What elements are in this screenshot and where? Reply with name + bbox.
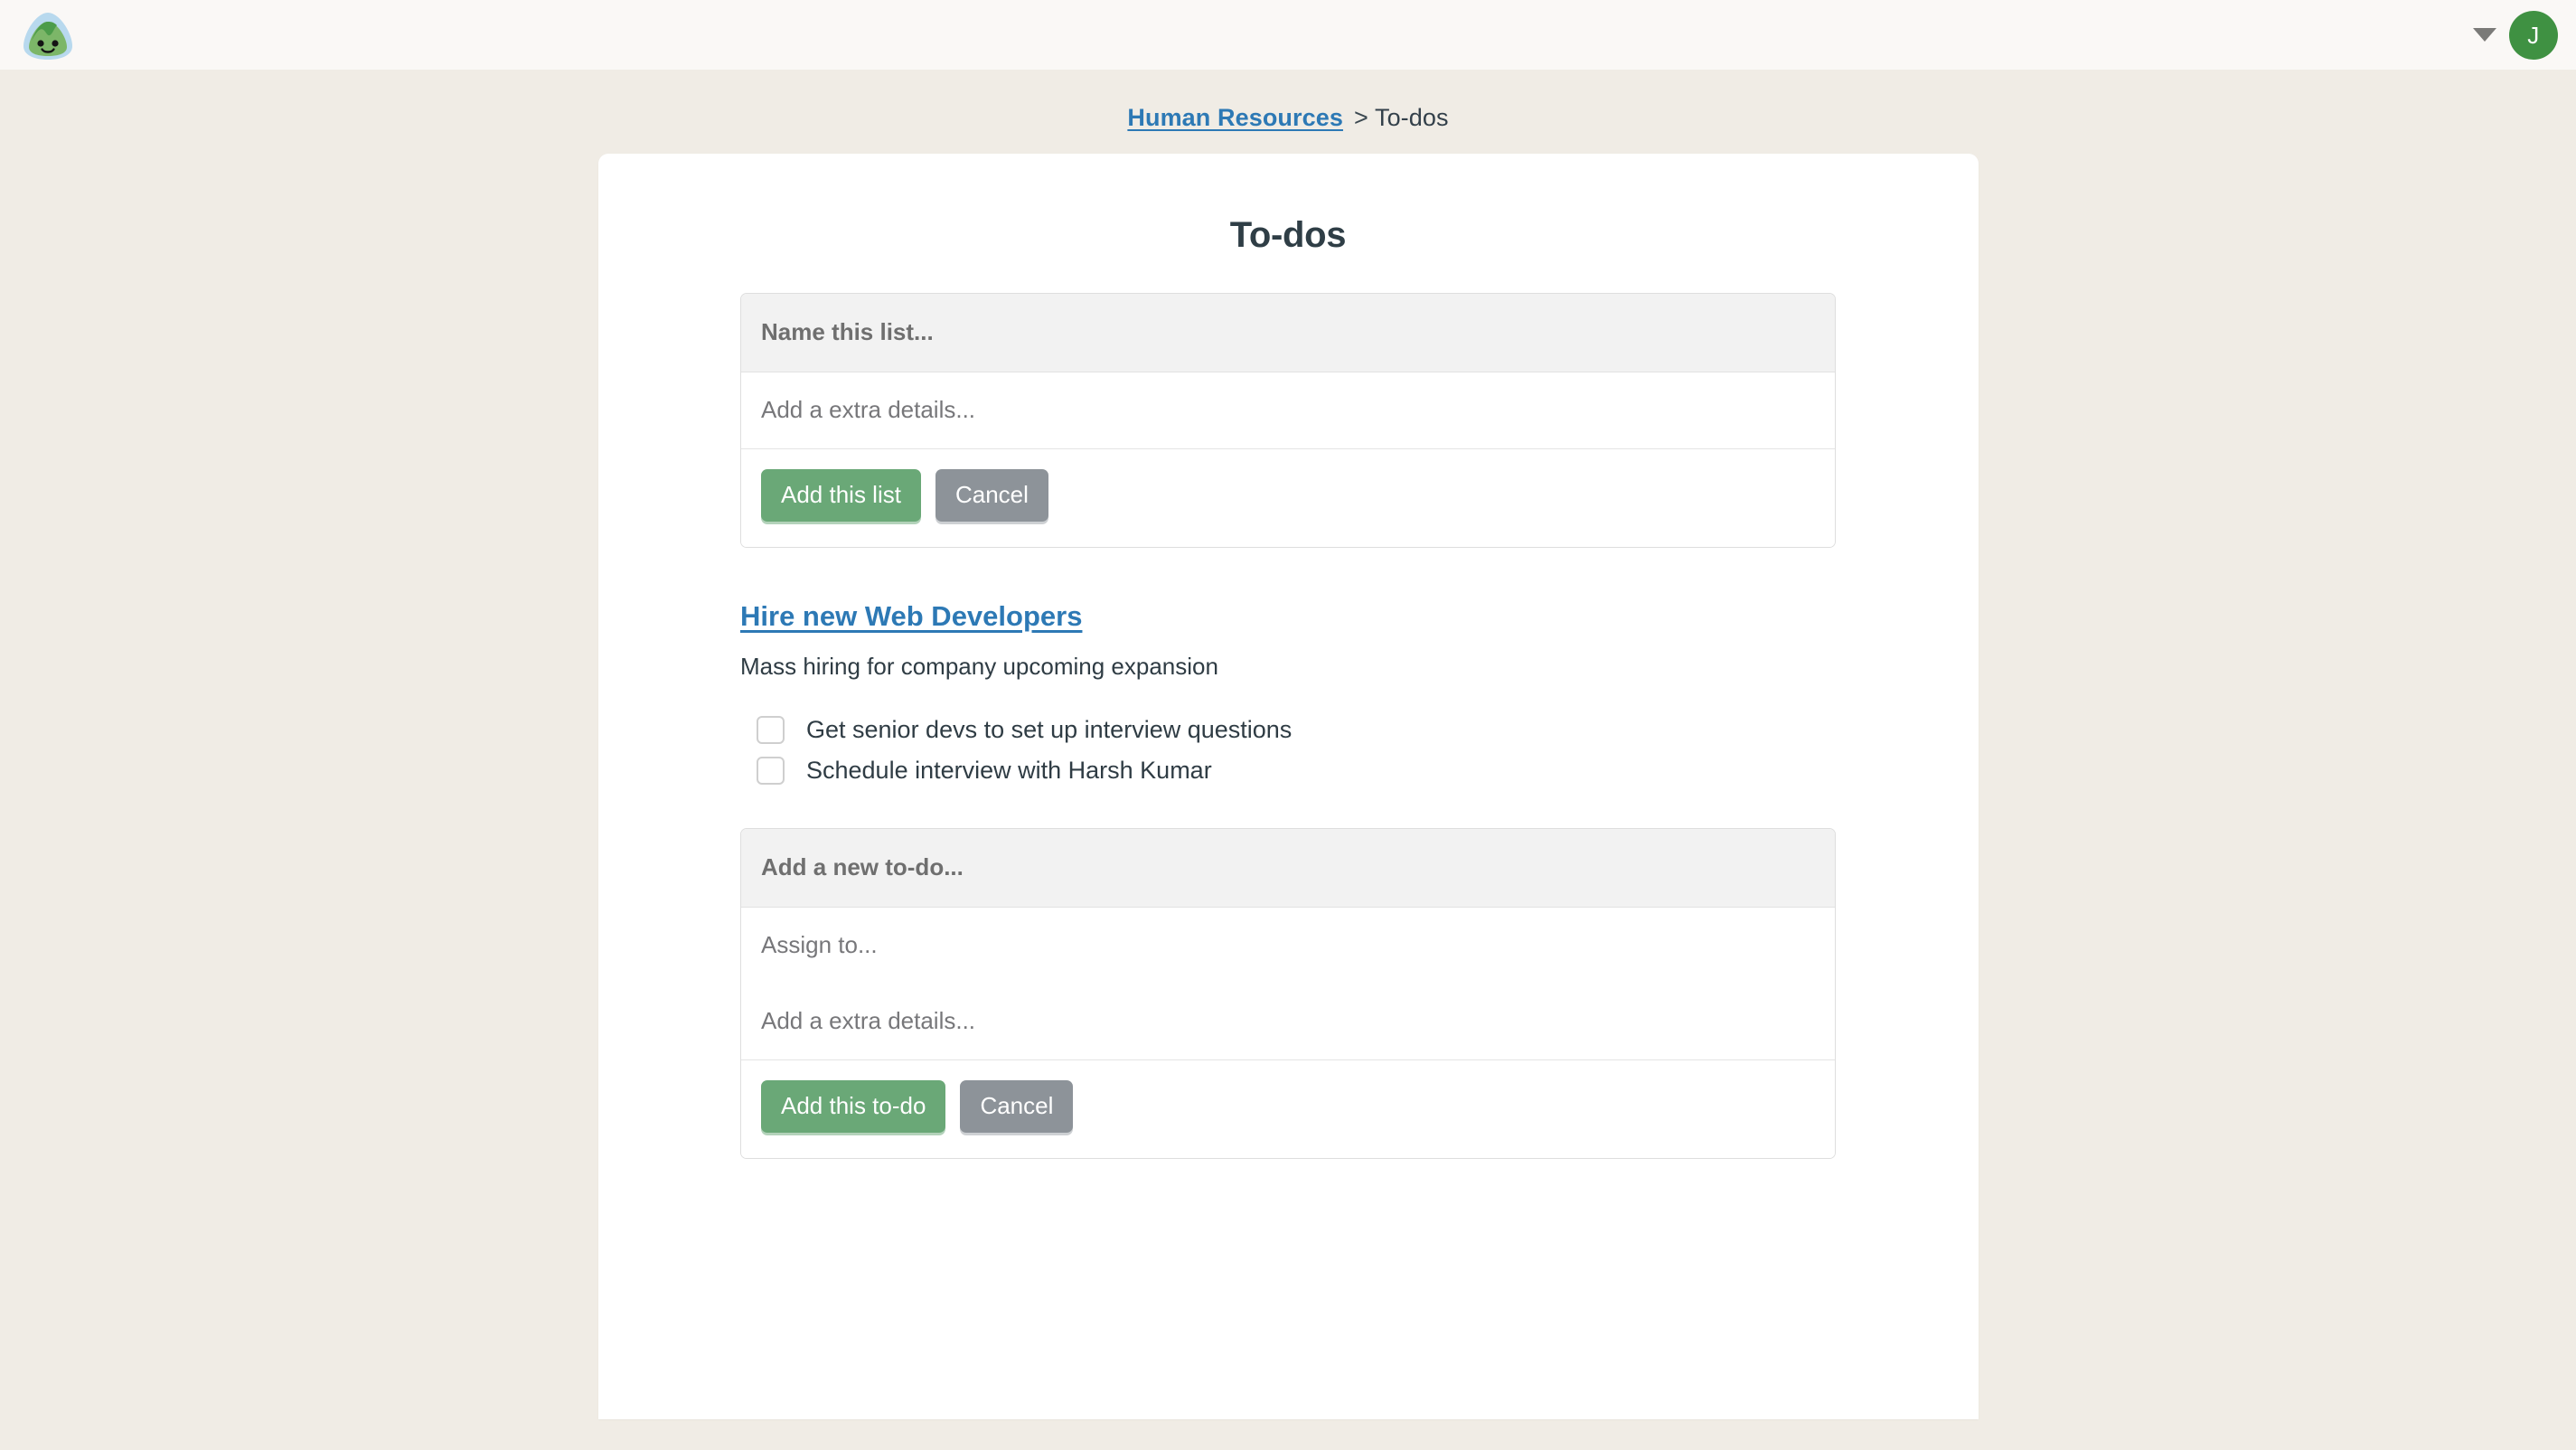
add-this-todo-button[interactable]: Add this to-do: [761, 1080, 946, 1134]
todo-items: Get senior devs to set up interview ques…: [740, 710, 1836, 791]
todo-checkbox[interactable]: [757, 757, 785, 786]
breadcrumb-link-human-resources[interactable]: Human Resources: [1127, 104, 1343, 131]
avatar[interactable]: J: [2509, 10, 2558, 60]
card-inner: Name this list... Add a extra details...…: [740, 293, 1836, 1160]
new-todo-assign-placeholder: Assign to...: [761, 931, 878, 959]
new-todo-form: Add a new to-do... Assign to... Add a ex…: [740, 828, 1836, 1160]
new-todo-assign-field[interactable]: Assign to...: [741, 908, 1835, 984]
new-todo-details-field[interactable]: Add a extra details...: [741, 984, 1835, 1060]
todo-list-section: Hire new Web Developers Mass hiring for …: [740, 600, 1836, 791]
basecamp-hill-logo-icon: [20, 8, 76, 64]
page-title: To-dos: [1229, 215, 1347, 255]
new-list-details-field[interactable]: Add a extra details...: [741, 372, 1835, 448]
new-list-name-field[interactable]: Name this list...: [741, 294, 1835, 372]
app-logo[interactable]: [16, 5, 80, 68]
todo-label[interactable]: Get senior devs to set up interview ques…: [806, 716, 1292, 744]
todo-label[interactable]: Schedule interview with Harsh Kumar: [806, 757, 1212, 785]
breadcrumb-separator: >: [1353, 104, 1368, 131]
new-list-actions: Add this list Cancel: [741, 448, 1835, 548]
list-item: Schedule interview with Harsh Kumar: [757, 750, 1836, 791]
new-todo-name-field[interactable]: Add a new to-do...: [741, 829, 1835, 909]
todo-checkbox[interactable]: [757, 716, 785, 745]
list-item: Get senior devs to set up interview ques…: [757, 710, 1836, 750]
new-list-form: Name this list... Add a extra details...…: [740, 293, 1836, 549]
cancel-list-button[interactable]: Cancel: [935, 469, 1048, 523]
account-menu[interactable]: J: [2473, 0, 2558, 70]
chevron-down-icon[interactable]: [2473, 28, 2496, 42]
cancel-todo-button[interactable]: Cancel: [960, 1080, 1074, 1134]
content-card: To-dos Name this list... Add a extra det…: [597, 154, 1979, 1419]
new-list-details-placeholder: Add a extra details...: [761, 396, 976, 423]
add-this-list-button[interactable]: Add this list: [761, 469, 921, 523]
todo-list-description: Mass hiring for company upcoming expansi…: [740, 653, 1218, 681]
breadcrumb: Human Resources > To-dos: [0, 70, 2576, 132]
top-bar: J: [0, 0, 2576, 70]
new-todo-details-placeholder: Add a extra details...: [761, 1007, 976, 1035]
new-todo-name-placeholder: Add a new to-do...: [761, 853, 964, 881]
new-todo-actions: Add this to-do Cancel: [741, 1059, 1835, 1159]
new-list-name-placeholder: Name this list...: [761, 318, 934, 345]
breadcrumb-current: To-dos: [1374, 104, 1449, 131]
todo-list-title-link[interactable]: Hire new Web Developers: [740, 600, 1082, 633]
